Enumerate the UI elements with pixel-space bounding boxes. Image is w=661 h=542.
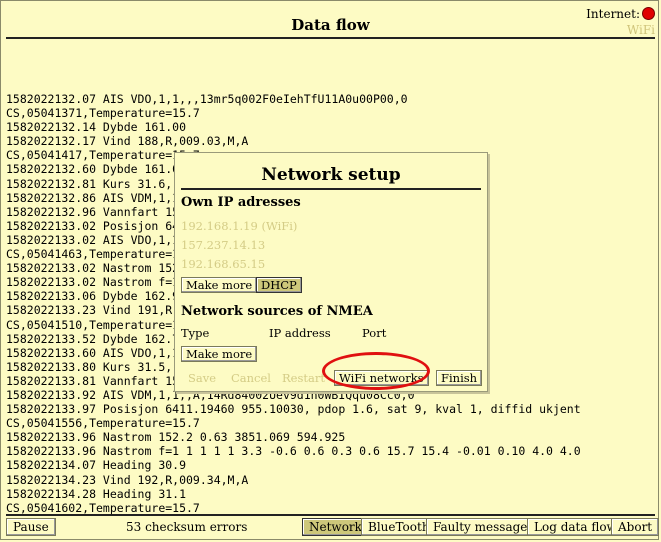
ip-address-wifi: 192.168.1.19 (WiFi) bbox=[181, 219, 298, 233]
dialog-title: Network setup bbox=[261, 165, 401, 185]
log-line: CS,05041556,Temperature=15.7 bbox=[6, 416, 200, 431]
log-line: 1582022133.96 Nastrom 152.2 0.63 3851.06… bbox=[6, 430, 346, 445]
dialog-divider bbox=[181, 188, 481, 190]
page-title: Data flow bbox=[291, 16, 370, 34]
log-line: 1582022132.14 Dybde 161.00 bbox=[6, 120, 187, 135]
footer-divider bbox=[6, 514, 655, 516]
network-setup-dialog: Network setup Own IP adresses 192.168.1.… bbox=[174, 152, 488, 392]
own-ip-heading: Own IP adresses bbox=[181, 195, 301, 210]
checksum-errors-text: 53 checksum errors bbox=[126, 520, 248, 534]
pause-button[interactable]: Pause bbox=[6, 518, 56, 536]
log-line: CS,05041602,Temperature=15.7 bbox=[6, 500, 200, 515]
status-bar: Pause 53 checksum errors Network BlueToo… bbox=[6, 518, 660, 536]
log-line: 1582022132.07 AIS VDO,1,1,,,13mr5q002F0e… bbox=[6, 92, 408, 106]
log-line: 1582022134.23 Vind 192,R,009.34,M,A bbox=[6, 472, 249, 487]
abort-button[interactable]: Abort bbox=[611, 518, 660, 536]
log-data-flow-button[interactable]: Log data flow bbox=[527, 518, 624, 536]
log-line: CS,05041371,Temperature=15.7 bbox=[6, 106, 200, 121]
restart-button[interactable]: Restart bbox=[277, 370, 330, 386]
ip-address-3: 192.168.65.15 bbox=[181, 257, 266, 271]
wifi-networks-button[interactable]: WiFi networks bbox=[334, 370, 429, 386]
internet-status: Internet: WiFi bbox=[586, 6, 655, 38]
ip-address-2: 157.237.14.13 bbox=[181, 238, 266, 252]
column-type: Type bbox=[181, 326, 210, 340]
internet-label: Internet: bbox=[586, 7, 640, 21]
faulty-messages-button[interactable]: Faulty messages bbox=[426, 518, 541, 536]
wifi-status-label: WiFi bbox=[626, 23, 655, 37]
network-button[interactable]: Network bbox=[302, 518, 369, 536]
dhcp-button[interactable]: DHCP bbox=[256, 277, 302, 293]
finish-button[interactable]: Finish bbox=[436, 370, 483, 386]
column-port: Port bbox=[362, 326, 387, 340]
column-ip-address: IP address bbox=[269, 326, 331, 340]
log-line: 1582022133.97 Posisjon 6411.19460 955.10… bbox=[6, 402, 581, 417]
save-button[interactable]: Save bbox=[183, 370, 221, 386]
status-dot-icon bbox=[642, 7, 655, 20]
log-line: 1582022134.28 Heading 31.1 bbox=[6, 486, 187, 501]
log-line: 1582022134.07 Heading 30.9 bbox=[6, 458, 187, 473]
log-line: 1582022132.17 Vind 188,R,009.03,M,A bbox=[6, 134, 249, 149]
log-line: 1582022133.96 Nastrom f=1 1 1 1 1 3.3 -0… bbox=[6, 444, 581, 459]
make-more-nmea-button[interactable]: Make more bbox=[181, 346, 258, 362]
header-divider bbox=[6, 37, 655, 39]
make-more-ip-button[interactable]: Make more bbox=[181, 277, 258, 293]
cancel-button[interactable]: Cancel bbox=[226, 370, 276, 386]
nmea-sources-heading: Network sources of NMEA bbox=[181, 304, 373, 319]
